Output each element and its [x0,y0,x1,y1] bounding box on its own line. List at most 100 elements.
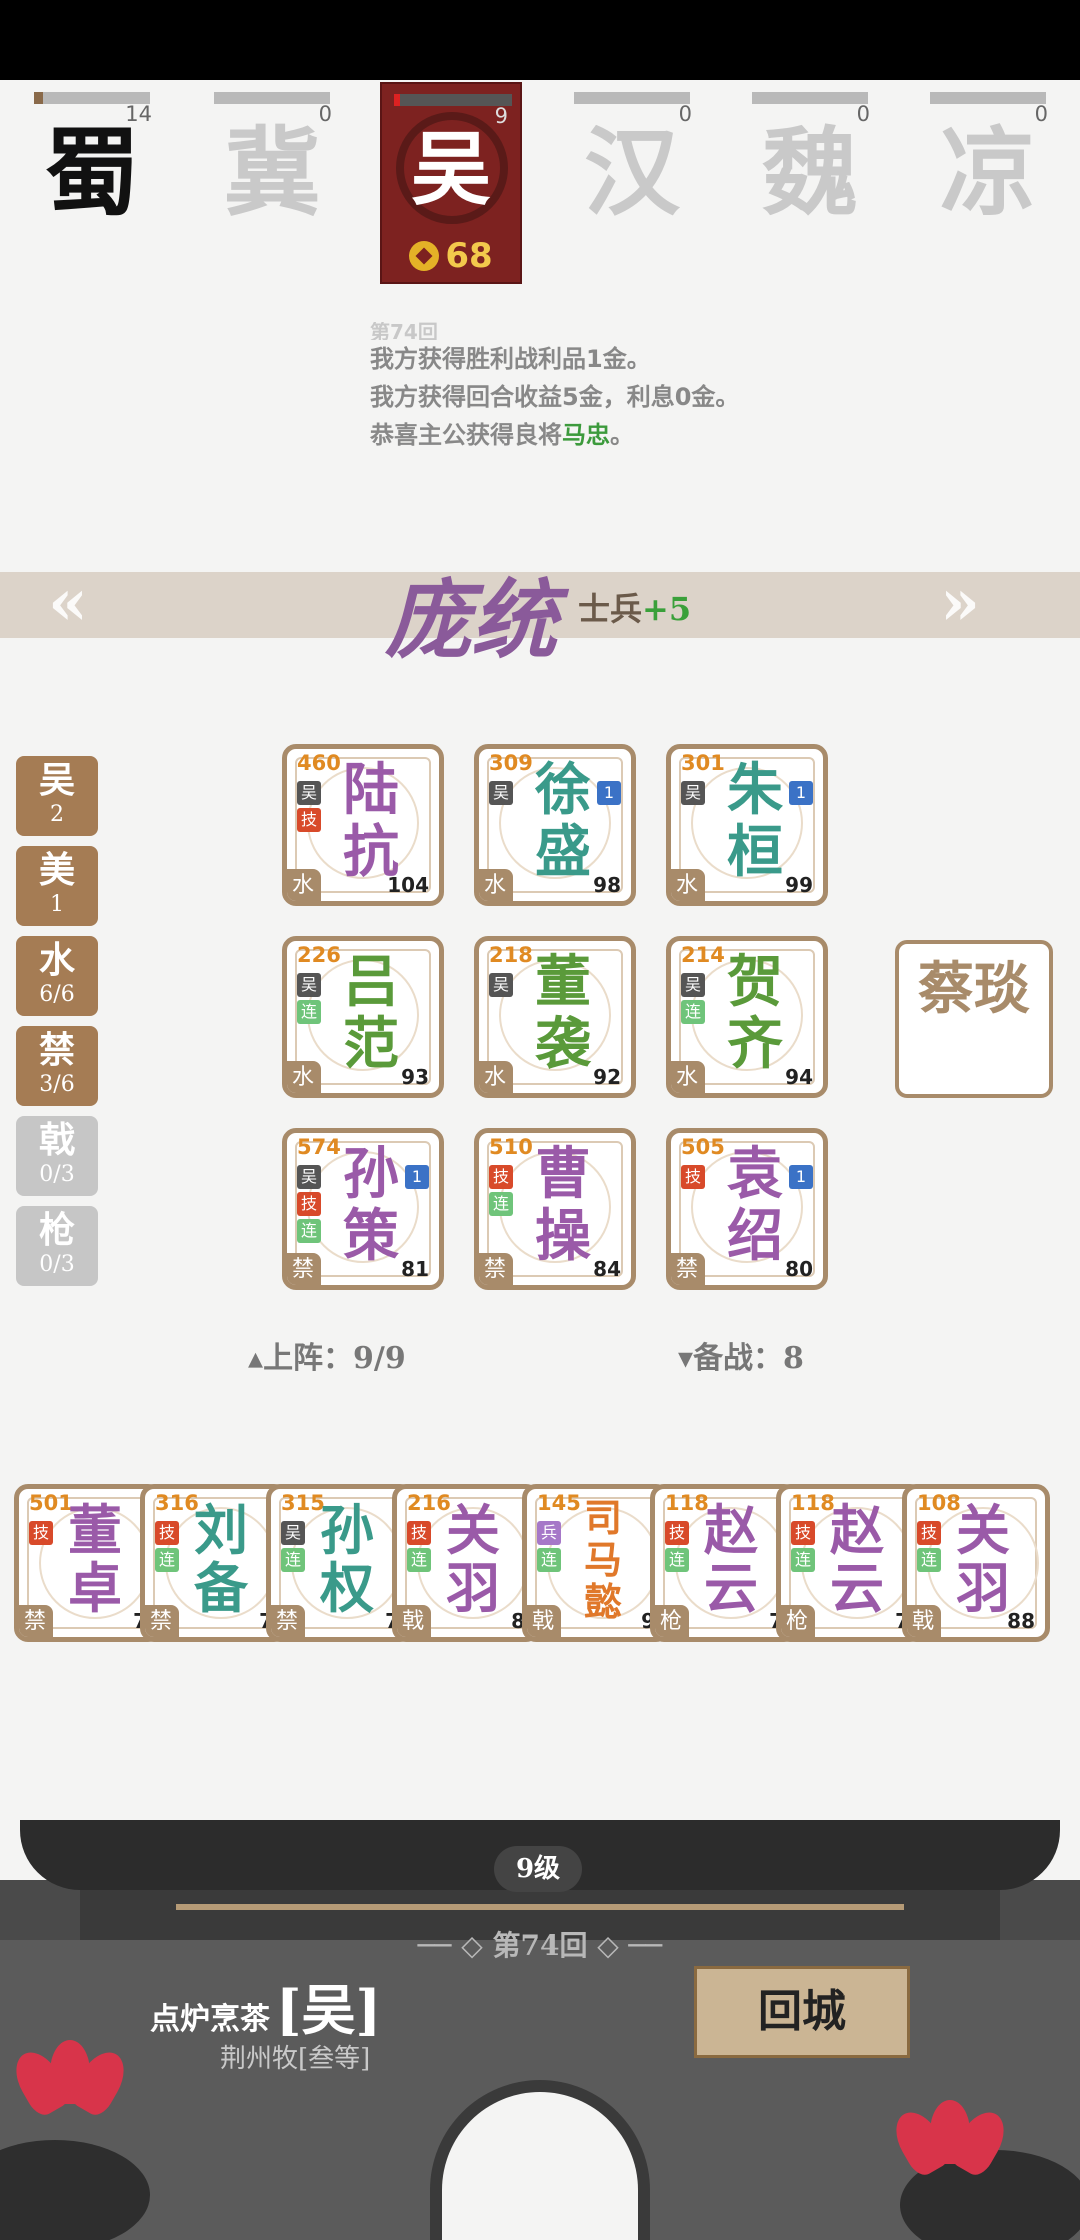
faction-han[interactable]: 0 汉 [568,92,696,232]
hero-card[interactable]: 505 技 1 袁绍 80 禁 [666,1128,828,1290]
hero-level: 81 [401,1257,429,1281]
unit-type: 禁 [145,1605,179,1637]
trait-tag: 技 [791,1521,815,1545]
log-line: 我方获得胜利战利品1金。 [370,345,651,373]
trait-tag: 连 [489,1192,513,1216]
trait-tag: 技 [297,808,321,832]
unit-type: 水 [479,1061,513,1093]
hero-level: 84 [593,1257,621,1281]
filter-spear[interactable]: 枪 0/3 [16,1206,98,1286]
unit-type: 禁 [671,1253,705,1285]
unit-type: 水 [287,869,321,901]
faction-glyph: 魏 [762,116,858,229]
hero-card[interactable]: 214 吴连贺齐 94 水 [666,936,828,1098]
hero-card[interactable]: 226 吴连吕范 93 水 [282,936,444,1098]
unit-type: 禁 [19,1605,53,1637]
hero-name: 刘备 [194,1498,248,1620]
hero-card[interactable]: 108 技连关羽 88 戟 [902,1484,1050,1642]
return-city-button[interactable]: 回城 [694,1966,910,2058]
trait-tag: 技 [297,1192,321,1216]
trait-tag: 技 [917,1521,941,1545]
faction-glyph: 汉 [584,116,680,229]
player-info: 点炉烹茶 [吴] 荆州牧[叁等] [150,1966,382,2074]
chevron-left-icon: « [48,565,88,640]
trait-tag: 吴 [681,781,705,805]
hero-card[interactable]: 145 兵连司马懿 9 戟 [522,1484,670,1642]
hero-name: 朱桓 [727,757,783,885]
trait-tag: 兵 [537,1521,561,1545]
hero-name: 董卓 [68,1498,122,1620]
log-line: 我方获得回合收益5金，利息0金。 [370,383,740,411]
substitute-card[interactable]: 蔡琰 [895,940,1053,1098]
faction-glyph: 冀 [224,116,320,229]
trait-tag: 连 [407,1548,431,1572]
hero-name: 关羽 [446,1498,500,1620]
hero-banner: « » 庞统 士兵+5 [0,565,1080,671]
trait-tag: 吴 [297,973,321,997]
unit-type: 水 [671,1061,705,1093]
banner-title: 庞统 [385,570,557,671]
hero-card[interactable]: 301 吴 1 朱桓 99 水 [666,744,828,906]
filter-wu[interactable]: 吴2 [16,756,98,836]
hero-card[interactable]: 460 吴技陆抗 104 水 [282,744,444,906]
player-name: 点炉烹茶 [150,2002,270,2037]
trait-tag: 连 [297,1219,321,1243]
hero-name: 袁绍 [727,1141,783,1269]
hero-level: 99 [785,873,813,897]
faction-ji[interactable]: 0 冀 [208,92,336,232]
faction-liang[interactable]: 0 凉 [924,92,1052,232]
hero-name: 陆抗 [343,757,399,885]
filter-halberd[interactable]: 戟 0/3 [16,1116,98,1196]
hero-name: 蔡琰 [918,956,1030,1022]
trait-tag: 连 [681,1000,705,1024]
filter-water[interactable]: 水 6/6 [16,936,98,1016]
hero-name: 赵云 [704,1498,758,1620]
log-line: 恭喜主公获得良将马忠。 [370,421,634,449]
lotus-flower-icon [886,2100,1014,2180]
trait-tag: 吴 [489,781,513,805]
trait-tag: 吴 [681,973,705,997]
hero-name: 吕范 [343,949,399,1077]
trait-tag: 技 [681,1165,705,1189]
hero-card[interactable]: 309 吴 1 徐盛 98 水 [474,744,636,906]
hero-level: 94 [785,1065,813,1089]
trait-tag: 技 [155,1521,179,1545]
faction-shu[interactable]: 14 蜀 [28,92,156,232]
unit-type: 戟 [397,1605,431,1637]
hero-card[interactable]: 218 吴董袭 92 水 [474,936,636,1098]
hero-card[interactable]: 510 技连曹操 84 禁 [474,1128,636,1290]
hero-name: 赵云 [830,1498,884,1620]
filter-mei[interactable]: 美1 [16,846,98,926]
player-title: 荆州牧[叁等] [220,2044,371,2074]
unit-type: 禁 [271,1605,305,1637]
trait-tag: 吴 [297,781,321,805]
unit-type: 水 [287,1061,321,1093]
level-badge: 9级 [494,1846,582,1892]
faction-progress-bar [214,92,330,104]
hero-name: 董袭 [535,949,591,1077]
hero-card[interactable]: 574 吴技连 1 孙策 81 禁 [282,1128,444,1290]
trait-tag: 技 [489,1165,513,1189]
hero-level: 93 [401,1065,429,1089]
log-highlight-name: 马忠 [562,421,610,449]
player-faction: [吴] [276,1978,382,2042]
hero-name: 曹操 [535,1141,591,1269]
unit-type: 枪 [781,1605,815,1637]
filter-guard[interactable]: 禁 3/6 [16,1026,98,1106]
faction-progress-bar [574,92,690,104]
deployed-count: ▴上阵：9/9 [248,1341,406,1376]
faction-progress-bar [752,92,868,104]
hero-name: 贺齐 [727,949,783,1077]
faction-wei[interactable]: 0 魏 [746,92,874,232]
lotus-flower-icon [6,2040,134,2120]
trait-tag: 吴 [297,1165,321,1189]
trait-tag: 吴 [489,973,513,997]
hero-level: 88 [1007,1609,1035,1633]
hero-card[interactable]: 216 技连关羽 8 戟 [392,1484,540,1642]
trait-tag: 连 [665,1548,689,1572]
trait-tag: 技 [407,1521,431,1545]
faction-glyph: 蜀 [44,116,140,229]
faction-wu-selected[interactable]: 9 吴 68 [380,82,522,284]
hero-name: 关羽 [956,1498,1010,1620]
trait-tag: 连 [537,1548,561,1572]
